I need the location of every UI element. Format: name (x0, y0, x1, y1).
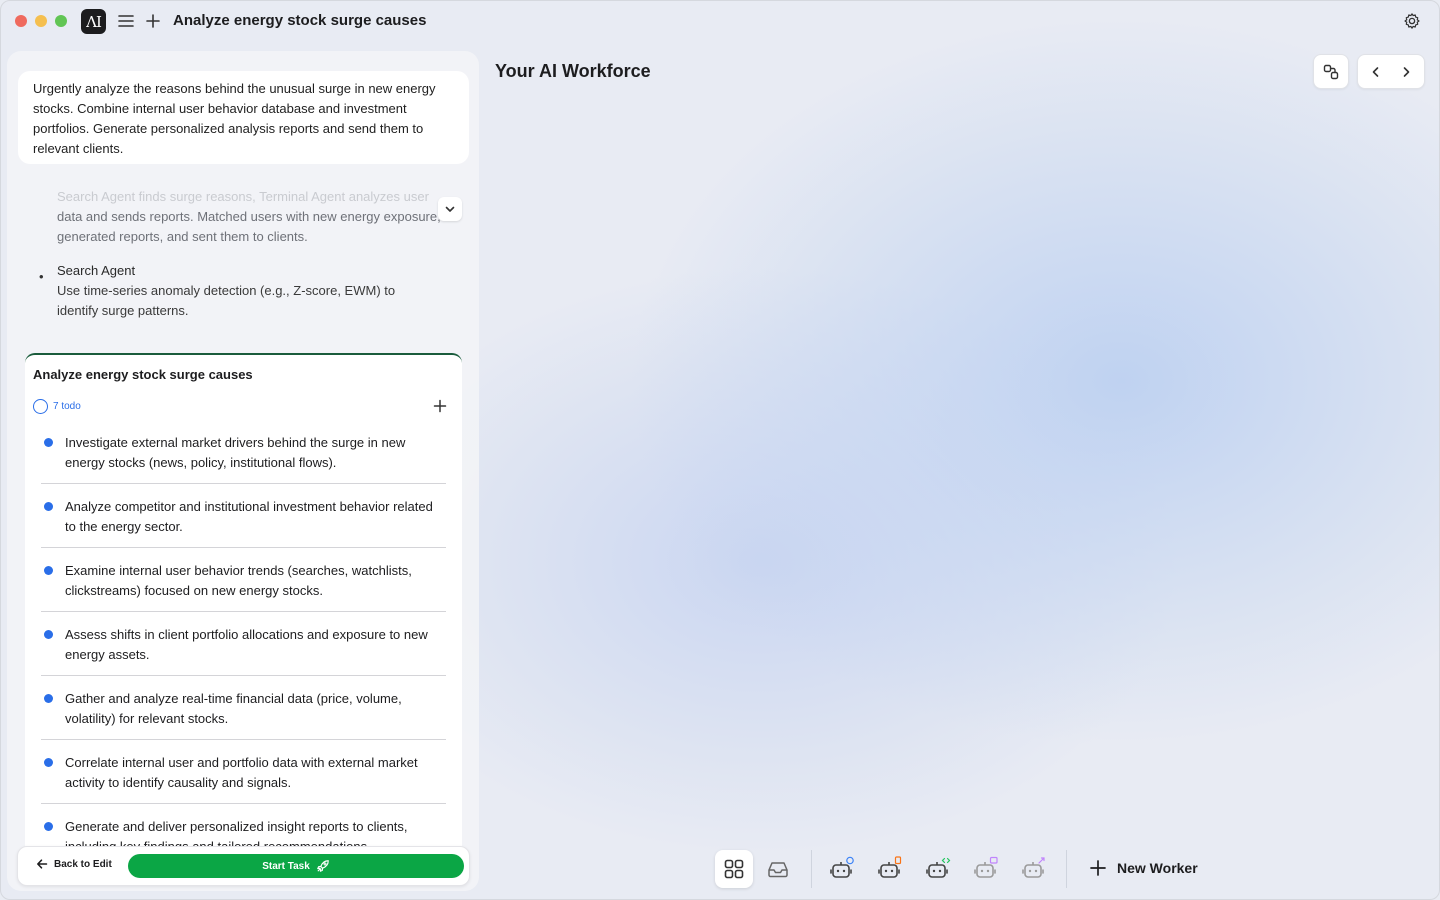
worker-multimodal-agent[interactable] (967, 850, 1005, 888)
worker-social-agent[interactable] (1015, 850, 1053, 888)
app-window: ΛI Analyze energy stock surge causes Urg… (0, 0, 1440, 900)
todo-item[interactable]: Gather and analyze real-time financial d… (41, 689, 446, 740)
todo-item-text: Analyze competitor and institutional inv… (65, 499, 433, 534)
close-window-button[interactable] (15, 15, 27, 27)
todo-item[interactable]: Generate and deliver personalized insigh… (41, 817, 446, 848)
robot-icon (1022, 857, 1045, 878)
todo-item[interactable]: Correlate internal user and portfolio da… (41, 753, 446, 804)
task-card-title: Analyze energy stock surge causes (33, 367, 253, 382)
dock-divider (811, 850, 812, 888)
agent-name: Search Agent (57, 263, 136, 278)
todo-dot-icon (44, 502, 53, 511)
todo-dot-icon (44, 822, 53, 831)
maximize-window-button[interactable] (55, 15, 67, 27)
window-controls (15, 15, 67, 27)
todo-item-text: Examine internal user behavior trends (s… (65, 563, 412, 598)
todo-list: Investigate external market drivers behi… (41, 433, 446, 848)
window-title: Analyze energy stock surge causes (173, 12, 427, 29)
inbox-button[interactable] (759, 850, 797, 888)
todo-item[interactable]: Examine internal user behavior trends (s… (41, 561, 446, 612)
todo-item[interactable]: Assess shifts in client portfolio alloca… (41, 625, 446, 676)
todo-dot-icon (44, 566, 53, 575)
workforce-title: Your AI Workforce (495, 61, 651, 81)
todo-item[interactable]: Analyze competitor and institutional inv… (41, 497, 446, 548)
chevron-left-icon[interactable] (1369, 65, 1383, 79)
todo-dot-icon (44, 694, 53, 703)
todo-item-text: Generate and deliver personalized insigh… (65, 819, 408, 848)
worker-developer-agent[interactable] (919, 850, 957, 888)
agent-description: Use time-series anomaly detection (e.g.,… (57, 283, 396, 318)
minimize-window-button[interactable] (35, 15, 47, 27)
gear-icon[interactable] (1403, 12, 1421, 30)
collapse-summary-button[interactable] (438, 197, 462, 221)
app-logo[interactable]: ΛI (81, 9, 106, 34)
menu-icon[interactable] (117, 12, 135, 30)
todo-item-text: Gather and analyze real-time financial d… (65, 691, 402, 726)
new-worker-label: New Worker (1117, 860, 1198, 876)
add-todo-plus-icon[interactable] (433, 399, 447, 413)
chevron-right-icon[interactable] (1399, 65, 1413, 79)
arrow-left-icon (37, 859, 48, 869)
worker-document-agent[interactable] (871, 850, 909, 888)
todo-dot-icon (44, 438, 53, 447)
layout-toggle-button[interactable] (1313, 54, 1349, 89)
todo-dot-icon (44, 630, 53, 639)
robot-icon (926, 857, 951, 878)
user-prompt-card: Urgently analyze the reasons behind the … (18, 71, 469, 164)
inbox-icon (768, 862, 788, 878)
todo-item-text: Correlate internal user and portfolio da… (65, 755, 418, 790)
new-tab-plus-icon[interactable] (146, 12, 160, 30)
back-to-edit-button[interactable]: Back to Edit (36, 858, 112, 870)
todo-dot-icon (44, 758, 53, 767)
start-task-button[interactable]: Start Task (128, 854, 464, 878)
todo-item[interactable]: Investigate external market drivers behi… (41, 433, 446, 484)
pager-buttons (1357, 54, 1425, 89)
title-bar: ΛI Analyze energy stock surge causes (1, 1, 1439, 41)
grid-view-button[interactable] (715, 850, 753, 888)
connect-nodes-icon (1323, 64, 1339, 79)
user-prompt-text: Urgently analyze the reasons behind the … (33, 81, 436, 156)
todo-count: 7 todo (53, 401, 81, 412)
todo-status[interactable]: 7 todo (33, 399, 81, 414)
back-to-edit-label: Back to Edit (54, 858, 112, 870)
rocket-icon (316, 860, 329, 872)
agent-bullet: • (39, 269, 44, 284)
robot-icon (974, 856, 998, 878)
start-task-label: Start Task (262, 860, 310, 872)
agent-summary: Search Agent finds surge reasons, Termin… (57, 187, 449, 247)
worker-search-agent[interactable] (823, 850, 861, 888)
task-card: Analyze energy stock surge causes 7 todo… (25, 353, 462, 848)
todo-circle-icon (33, 399, 48, 414)
summary-faded-text: Search Agent finds surge reasons, Termin… (57, 189, 429, 204)
plus-icon (1090, 860, 1106, 876)
new-worker-button[interactable]: New Worker (1089, 859, 1198, 877)
chevron-down-icon (445, 206, 455, 212)
summary-text: data and sends reports. Matched users wi… (57, 209, 441, 244)
robot-icon (830, 856, 854, 878)
task-action-bar: Back to Edit Start Task (17, 846, 470, 886)
grid-icon (724, 859, 744, 879)
dock-divider (1066, 850, 1067, 888)
todo-item-text: Assess shifts in client portfolio alloca… (65, 627, 428, 662)
todo-item-text: Investigate external market drivers behi… (65, 435, 406, 470)
robot-icon (878, 856, 902, 878)
